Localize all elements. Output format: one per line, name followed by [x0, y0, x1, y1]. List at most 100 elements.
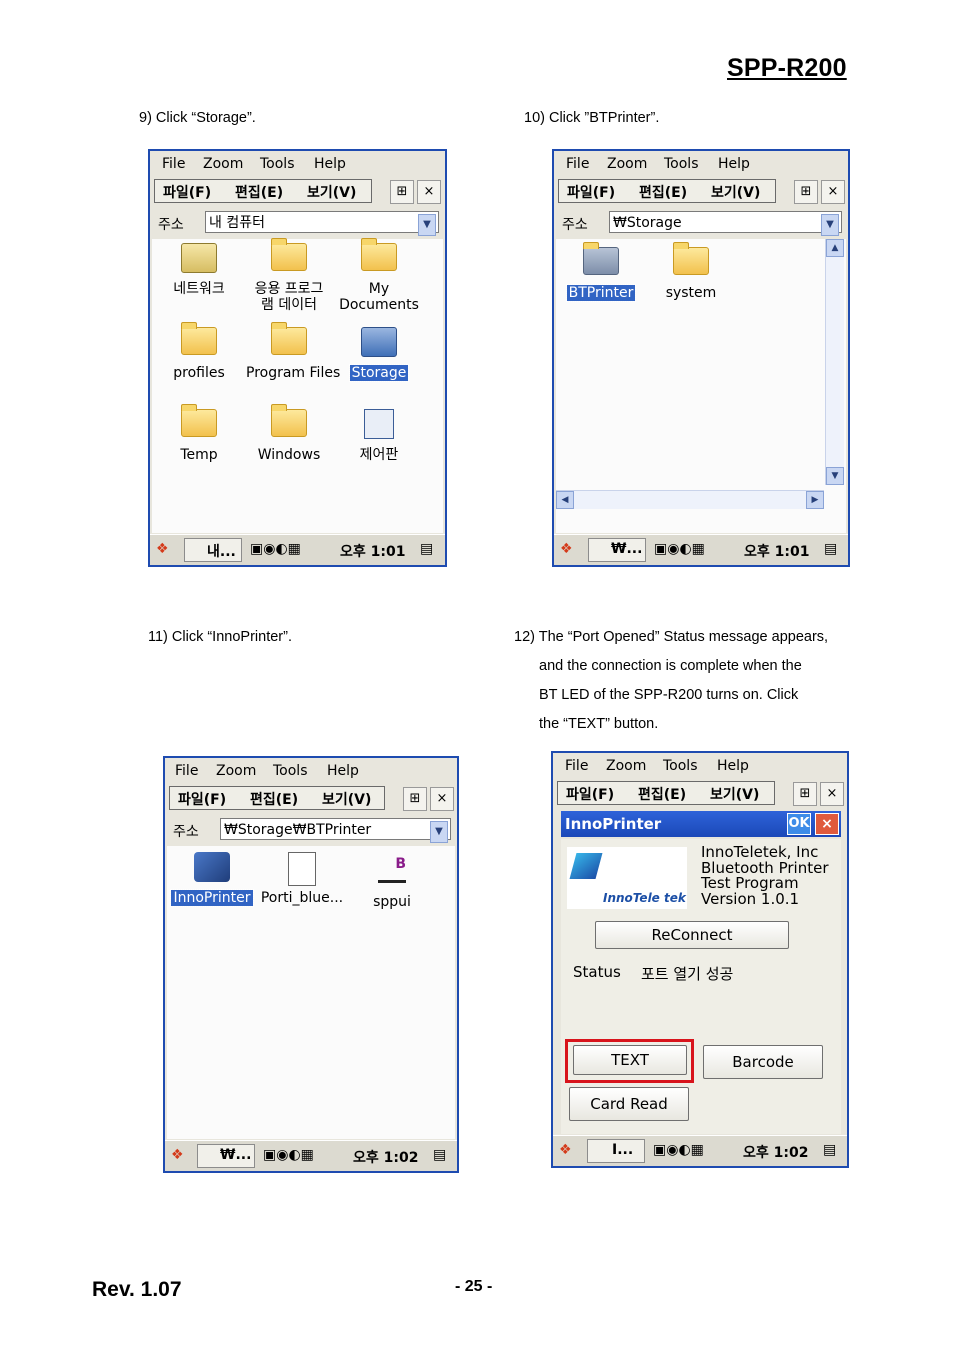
horizontal-scrollbar[interactable]: ◀ ▶ — [556, 490, 824, 509]
task-button[interactable]: ₩... — [588, 538, 646, 562]
item-my-documents[interactable]: My Documents — [334, 238, 424, 313]
taskbar: ❖ ₩... ▣◉◐▦ 오후 1:02 ▤ — [165, 1140, 457, 1171]
tray-icons[interactable]: ▣◉◐▦ — [654, 541, 705, 557]
close-icon[interactable]: × — [821, 180, 845, 204]
desktop-icon[interactable]: ▤ — [823, 1142, 836, 1158]
item-porti-blue[interactable]: Porti_blue... — [257, 852, 347, 906]
item-system[interactable]: system — [646, 242, 736, 301]
view-toggle-icon[interactable]: ⊞ — [794, 180, 818, 204]
item-control-panel[interactable]: 제어판 — [334, 409, 424, 463]
toolbar: 파일(F) 편집(E) 보기(V) ⊞ × — [150, 177, 445, 207]
menu-zoom[interactable]: Zoom — [216, 763, 256, 779]
item-network[interactable]: 네트워크 — [154, 243, 244, 297]
menu-zoom[interactable]: Zoom — [606, 758, 646, 774]
menu-tools[interactable]: Tools — [664, 156, 699, 172]
vertical-scrollbar[interactable]: ▲ ▼ — [825, 239, 844, 485]
menu-tools[interactable]: Tools — [663, 758, 698, 774]
close-icon[interactable]: × — [417, 180, 441, 204]
address-field[interactable]: ₩Storage₩BTPrinter ▼ — [220, 818, 451, 843]
close-icon[interactable]: × — [815, 813, 839, 835]
scroll-left-icon[interactable]: ◀ — [556, 491, 574, 509]
menu-help[interactable]: Help — [718, 156, 750, 172]
view-toggle-icon[interactable]: ⊞ — [793, 782, 817, 806]
task-button[interactable]: I... — [587, 1139, 645, 1163]
screenshot-storage: File Zoom Tools Help 파일(F) 편집(E) 보기(V) ⊞… — [552, 149, 850, 567]
reconnect-button[interactable]: ReConnect — [595, 921, 789, 949]
address-value: ₩Storage — [613, 215, 682, 231]
item-innoprinter[interactable]: InnoPrinter — [167, 852, 257, 907]
barcode-button[interactable]: Barcode — [703, 1045, 823, 1079]
toolbar: 파일(F) 편집(E) 보기(V) ⊞ × — [553, 779, 847, 809]
menu-zoom[interactable]: Zoom — [203, 156, 243, 172]
view-toggle-icon[interactable]: ⊞ — [390, 180, 414, 204]
step-12-line-2: and the connection is complete when the — [539, 658, 802, 674]
menu-bar: File Zoom Tools Help — [554, 151, 848, 177]
folder-icon — [270, 238, 308, 275]
scroll-right-icon[interactable]: ▶ — [806, 491, 824, 509]
item-storage[interactable]: Storage — [334, 327, 424, 382]
menu-view-kr[interactable]: 보기(V) — [322, 789, 371, 809]
menu-help[interactable]: Help — [717, 758, 749, 774]
address-field[interactable]: ₩Storage ▼ — [609, 211, 842, 236]
ok-button[interactable]: OK — [787, 813, 811, 835]
scroll-up-icon[interactable]: ▲ — [826, 239, 844, 257]
desktop-icon[interactable]: ▤ — [824, 541, 837, 557]
card-read-button[interactable]: Card Read — [569, 1087, 689, 1121]
task-button[interactable]: 내... — [184, 538, 242, 562]
scroll-down-icon[interactable]: ▼ — [826, 467, 844, 485]
menu-view-kr[interactable]: 보기(V) — [711, 182, 760, 202]
item-program-files[interactable]: Program Files — [244, 322, 340, 381]
tray-time: 오후 1:02 — [743, 1145, 809, 1161]
menu-file[interactable]: File — [565, 758, 588, 774]
start-icon[interactable]: ❖ — [156, 541, 169, 557]
menu-edit-kr[interactable]: 편집(E) — [638, 784, 686, 804]
start-icon[interactable]: ❖ — [560, 541, 573, 557]
item-temp[interactable]: Temp — [154, 404, 244, 463]
screenshot-my-computer: File Zoom Tools Help 파일(F) 편집(E) 보기(V) ⊞… — [148, 149, 447, 567]
menu-zoom[interactable]: Zoom — [607, 156, 647, 172]
tray-icons[interactable]: ▣◉◐▦ — [263, 1147, 314, 1163]
start-icon[interactable]: ❖ — [559, 1142, 572, 1158]
page-number: - 25 - — [455, 1278, 493, 1295]
menu-edit-kr[interactable]: 편집(E) — [250, 789, 298, 809]
close-icon[interactable]: × — [430, 787, 454, 811]
taskbar: ❖ I... ▣◉◐▦ 오후 1:02 ▤ — [553, 1135, 847, 1166]
folder-icon — [270, 404, 308, 441]
menu-file[interactable]: File — [566, 156, 589, 172]
chevron-down-icon[interactable]: ▼ — [418, 214, 436, 236]
tray-time: 오후 1:01 — [340, 544, 406, 560]
close-icon[interactable]: × — [820, 782, 844, 806]
menu-file-kr[interactable]: 파일(F) — [567, 182, 615, 202]
item-sppui[interactable]: B sppui — [347, 852, 437, 910]
menu-tools[interactable]: Tools — [273, 763, 308, 779]
menu-view-kr[interactable]: 보기(V) — [710, 784, 759, 804]
tray-icons[interactable]: ▣◉◐▦ — [653, 1142, 704, 1158]
menu-file-kr[interactable]: 파일(F) — [566, 784, 614, 804]
start-icon[interactable]: ❖ — [171, 1147, 184, 1163]
item-profiles[interactable]: profiles — [154, 322, 244, 381]
app-body: InnoTele tek InnoTeletek, Inc Bluetooth … — [561, 839, 841, 1134]
menu-file-kr[interactable]: 파일(F) — [178, 789, 226, 809]
menu-view-kr[interactable]: 보기(V) — [307, 182, 356, 202]
menu-help[interactable]: Help — [314, 156, 346, 172]
menu-edit-kr[interactable]: 편집(E) — [235, 182, 283, 202]
view-toggle-icon[interactable]: ⊞ — [403, 787, 427, 811]
item-windows[interactable]: Windows — [244, 404, 334, 463]
item-btprinter[interactable]: BTPrinter — [556, 242, 646, 302]
korean-menu: 파일(F) 편집(E) 보기(V) — [154, 179, 372, 203]
menu-file-kr[interactable]: 파일(F) — [163, 182, 211, 202]
item-app-data[interactable]: 응용 프로그 램 데이터 — [244, 238, 334, 313]
chevron-down-icon[interactable]: ▼ — [430, 821, 448, 843]
menu-edit-kr[interactable]: 편집(E) — [639, 182, 687, 202]
desktop-icon[interactable]: ▤ — [433, 1147, 446, 1163]
menu-help[interactable]: Help — [327, 763, 359, 779]
menu-file[interactable]: File — [162, 156, 185, 172]
address-field[interactable]: 내 컴퓨터 ▼ — [205, 211, 439, 236]
chevron-down-icon[interactable]: ▼ — [821, 214, 839, 236]
text-button[interactable]: TEXT — [573, 1045, 687, 1075]
menu-tools[interactable]: Tools — [260, 156, 295, 172]
desktop-icon[interactable]: ▤ — [420, 541, 433, 557]
task-button[interactable]: ₩... — [197, 1144, 255, 1168]
menu-file[interactable]: File — [175, 763, 198, 779]
tray-icons[interactable]: ▣◉◐▦ — [250, 541, 301, 557]
